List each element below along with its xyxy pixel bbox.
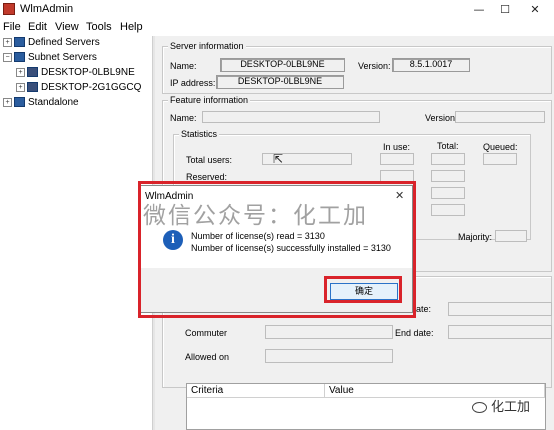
watermark-text: 微信公众号：化工加: [143, 203, 368, 229]
queued-field: [483, 153, 517, 165]
stat-field-4: [431, 204, 465, 216]
feature-version-label: Version:: [425, 113, 458, 123]
commuter-field: [265, 325, 393, 339]
tree-item-label: DESKTOP-0LBL9NE: [41, 67, 135, 78]
server-tree: + Defined Servers − Subnet Servers + DESKTO…: [0, 36, 152, 430]
menu-edit[interactable]: Edit: [28, 21, 47, 33]
allowed-on-label: Allowed on: [185, 352, 230, 362]
majority-field: [495, 230, 527, 242]
stat-field-3: [431, 187, 465, 199]
server-group-icon: [14, 52, 25, 63]
tree-item-label: Defined Servers: [28, 37, 100, 48]
wechat-icon: [472, 402, 487, 414]
ip-address-field: DESKTOP-0LBL9NE: [216, 75, 344, 89]
brand-mark: 化工加: [472, 396, 530, 415]
total-label: Total:: [437, 141, 459, 151]
server-version-field: 8.5.1.0017: [392, 58, 470, 72]
menu-tools[interactable]: Tools: [86, 21, 112, 33]
expand-icon[interactable]: +: [3, 97, 12, 107]
reserved-total-field: [431, 170, 465, 182]
server-icon: [27, 82, 38, 93]
app-icon: [3, 3, 15, 15]
feature-name-label: Name:: [170, 113, 197, 123]
title-bar: WlmAdmin — ☐ ✕: [0, 0, 554, 20]
minimize-button[interactable]: —: [466, 1, 492, 19]
expand-icon[interactable]: +: [16, 67, 25, 77]
server-name-field: DESKTOP-0LBL9NE: [220, 58, 345, 72]
collapse-icon[interactable]: −: [3, 52, 12, 62]
window-title: WlmAdmin: [20, 3, 74, 15]
server-name-label: Name:: [170, 61, 197, 71]
tree-item-label: DESKTOP-2G1GGCQ: [41, 82, 142, 93]
maximize-button[interactable]: ☐: [492, 1, 518, 19]
in-use-field: [380, 153, 414, 165]
queued-label: Queued:: [483, 142, 518, 152]
majority-label: Majority:: [458, 232, 493, 242]
expand-icon[interactable]: +: [3, 37, 12, 47]
feature-info-legend: Feature information: [168, 95, 251, 105]
criteria-column-header[interactable]: Criteria: [187, 384, 325, 398]
tree-item-label: Subnet Servers: [28, 52, 97, 63]
start-date-field: [448, 302, 552, 316]
tree-item-label: Standalone: [28, 97, 79, 108]
cursor-icon: ⇱: [273, 152, 284, 166]
server-group-icon: [14, 37, 25, 48]
server-group-icon: [14, 97, 25, 108]
feature-name-field: [202, 111, 380, 123]
menu-help[interactable]: Help: [120, 21, 143, 33]
menu-view[interactable]: View: [55, 21, 79, 33]
commuter-label: Commuter: [185, 328, 228, 338]
ok-button-highlight-box: [324, 276, 402, 303]
in-use-label: In use:: [383, 142, 411, 152]
statistics-legend: Statistics: [179, 129, 220, 139]
brand-label: 化工加: [491, 399, 531, 414]
feature-version-field: [455, 111, 545, 123]
tree-item-subnet-servers[interactable]: − Subnet Servers: [3, 52, 97, 67]
expand-icon[interactable]: +: [16, 82, 25, 92]
allowed-on-field: [265, 349, 393, 363]
server-icon: [27, 67, 38, 78]
total-field: [431, 153, 465, 165]
total-users-label: Total users:: [186, 155, 233, 165]
end-date-label: End date:: [395, 328, 434, 338]
ip-address-label: IP address:: [170, 78, 216, 88]
server-version-label: Version:: [358, 61, 391, 71]
tree-item-desktop-2g1ggcq[interactable]: + DESKTOP-2G1GGCQ: [16, 82, 141, 97]
tree-item-standalone[interactable]: + Standalone: [3, 97, 79, 112]
close-window-button[interactable]: ✕: [522, 1, 548, 19]
tree-item-desktop-0lbl9ne[interactable]: + DESKTOP-0LBL9NE: [16, 67, 135, 82]
tree-item-defined-servers[interactable]: + Defined Servers: [3, 37, 100, 52]
end-date-field: [448, 325, 552, 339]
server-info-legend: Server information: [168, 41, 246, 51]
menu-file[interactable]: File: [3, 21, 21, 33]
menu-bar: File Edit View Tools Help: [0, 20, 554, 36]
